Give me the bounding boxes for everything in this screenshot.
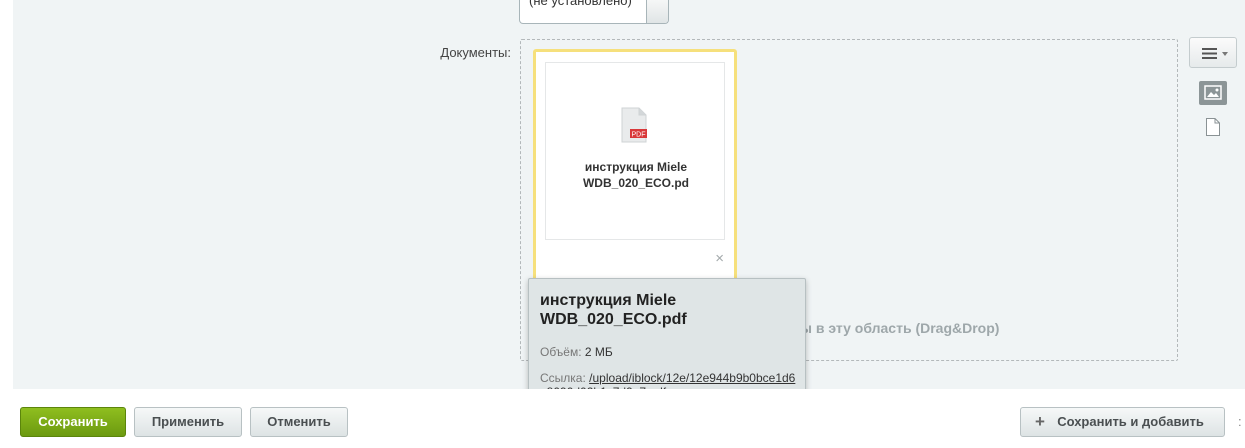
file-name: инструкция Miele WDB_020_ECO.pd	[582, 160, 690, 190]
file-preview[interactable]: PDF инструкция Miele WDB_020_ECO.pd	[545, 62, 725, 240]
file-icon[interactable]	[1205, 117, 1221, 137]
tooltip-title: инструкция Miele WDB_020_ECO.pdf	[540, 292, 687, 328]
save-button[interactable]: Сохранить	[20, 407, 126, 437]
image-icon	[1204, 85, 1222, 100]
edge-glyph: :	[1238, 414, 1242, 429]
save-and-add-button[interactable]: + Сохранить и добавить	[1020, 407, 1225, 437]
svg-text:PDF: PDF	[632, 132, 646, 139]
tooltip-size: Объём: 2 МБ	[540, 345, 613, 359]
view-toolbar	[1189, 37, 1239, 147]
select-arrow-button[interactable]	[646, 0, 668, 23]
menu-button[interactable]	[1189, 37, 1237, 68]
save-and-add-label: Сохранить и добавить	[1057, 414, 1204, 429]
size-label: Объём:	[540, 345, 582, 359]
form-footer: Сохранить Применить Отменить + Сохранить…	[0, 389, 1245, 448]
hamburger-menu-icon	[1202, 48, 1228, 59]
link-label: Ссылка:	[540, 371, 586, 385]
pdf-file-icon: PDF	[621, 107, 647, 143]
plus-icon: +	[1035, 412, 1045, 431]
image-view-button[interactable]	[1199, 81, 1227, 105]
cancel-button[interactable]: Отменить	[250, 407, 348, 437]
remove-file-icon[interactable]: ×	[715, 250, 724, 267]
size-value: 2 МБ	[584, 345, 613, 359]
apply-button[interactable]: Применить	[134, 407, 242, 437]
dropzone-hint: ы в эту область (Drag&Drop)	[800, 320, 1000, 336]
file-card[interactable]: PDF инструкция Miele WDB_020_ECO.pd ×	[533, 49, 737, 281]
documents-label: Документы:	[440, 45, 511, 60]
status-select[interactable]: (не установлено)	[519, 0, 669, 24]
select-value: (не установлено)	[529, 0, 632, 8]
